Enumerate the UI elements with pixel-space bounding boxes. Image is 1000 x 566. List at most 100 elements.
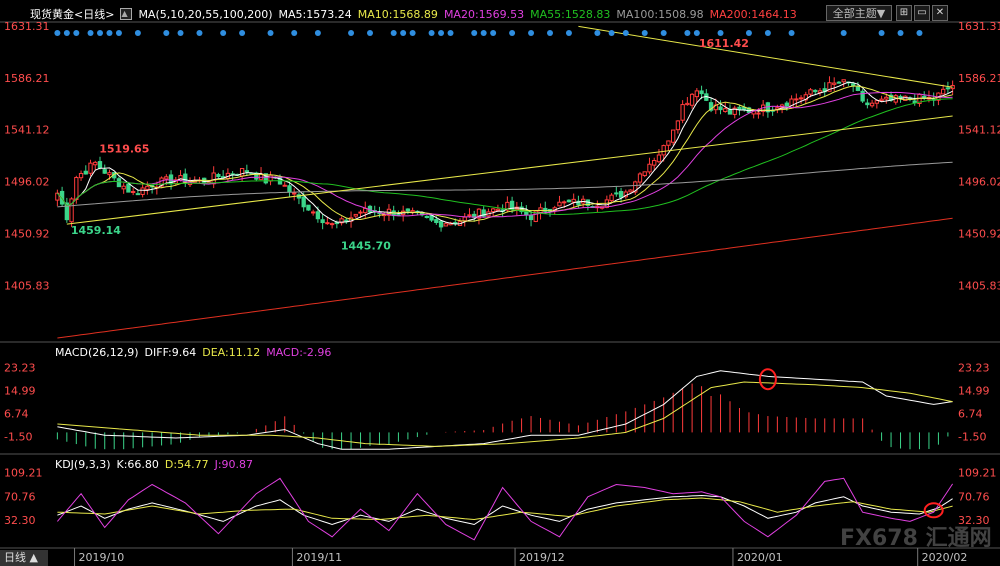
candle-body [841, 79, 846, 83]
candle-body [675, 120, 681, 131]
candle-body [438, 220, 444, 228]
signal-dot [480, 30, 487, 36]
candle-body [287, 185, 292, 193]
candle-body [737, 106, 742, 110]
signal-dot [471, 30, 478, 36]
price-annotation: 1611.42 [699, 37, 749, 50]
signal-dot [565, 30, 572, 36]
candle-body [405, 208, 411, 212]
candle-body [97, 161, 103, 169]
candle-body [851, 83, 856, 86]
candle-body [495, 208, 501, 212]
candle-body [562, 201, 567, 204]
candle-body [813, 89, 818, 93]
candle-body [723, 108, 728, 112]
kdj-label: KDJ(9,3,3) [55, 458, 111, 471]
price-tick-right: 1405.83 [958, 279, 1000, 292]
candle-body [164, 176, 169, 180]
candle-body [131, 191, 136, 194]
price-tick-left: 1405.83 [4, 279, 50, 292]
support-trendline [66, 115, 953, 225]
kdj-tick-left: 32.30 [4, 514, 36, 527]
kdj-panel [57, 477, 954, 541]
candle-body [884, 96, 889, 100]
candle-body [784, 102, 789, 107]
candle-body [74, 177, 79, 201]
candle-body [301, 196, 306, 208]
minimize-icon[interactable]: ▭ [914, 5, 930, 21]
candle-body [671, 129, 676, 143]
price-tick-right: 1631.31 [958, 20, 1000, 33]
macd-legend: MACD(26,12,9) DIFF:9.64 DEA:11.12 MACD:-… [55, 346, 331, 360]
candle-body [334, 222, 339, 225]
signal-dot [291, 30, 298, 36]
candle-body [320, 219, 325, 224]
time-axis-label: 2019/12 [519, 551, 565, 564]
candle-body [311, 211, 316, 214]
signal-dot [528, 30, 535, 36]
signal-dot [717, 30, 724, 36]
signal-dot [409, 30, 416, 36]
candle-body [282, 184, 287, 187]
macd-panel [56, 368, 953, 450]
ma10-line [57, 85, 953, 222]
candle-body [353, 213, 358, 217]
period-tab-daily[interactable]: 日线 ▲ [0, 550, 48, 566]
ma10-value: MA10:1568.89 [357, 7, 438, 21]
macd-tick-left: 23.23 [4, 361, 36, 374]
ma55-value: MA55:1528.83 [530, 7, 611, 21]
signal-dot [916, 30, 923, 36]
candle-body [528, 214, 534, 221]
candle-body [315, 211, 321, 220]
macd-hist-value: MACD:-2.96 [266, 346, 332, 359]
macd-label: MACD(26,12,9) [55, 346, 139, 359]
candle-body [945, 87, 951, 90]
signal-dot [220, 30, 227, 36]
signal-dot [840, 30, 847, 36]
candle-body [358, 211, 363, 214]
grid-icon[interactable]: ⊞ [896, 5, 912, 21]
candle-body [467, 214, 472, 217]
candle-body [661, 145, 666, 156]
macd-dea-value: DEA:11.12 [202, 346, 261, 359]
signal-dot [788, 30, 795, 36]
signal-dot [547, 30, 553, 36]
candle-body [244, 170, 249, 173]
close-icon[interactable]: ✕ [932, 5, 948, 21]
ma-icon[interactable]: ▲ [120, 8, 133, 20]
candle-body [699, 90, 704, 95]
candle-body [794, 98, 799, 101]
signal-dot [447, 30, 454, 36]
candle-body [429, 215, 434, 221]
signal-dot [97, 30, 103, 36]
signal-dot [63, 30, 70, 36]
time-axis-label: 2019/10 [79, 551, 125, 564]
candle-body [140, 187, 145, 195]
kdj-tick-left: 109.21 [4, 467, 43, 480]
candle-body [618, 190, 624, 198]
candle-body [860, 90, 865, 102]
price-tick-right: 1496.02 [958, 176, 1000, 189]
candle-body [145, 185, 150, 190]
signal-dot [641, 30, 648, 36]
signal-dot [693, 30, 700, 36]
ma-label: MA(5,10,20,55,100,200) [138, 7, 273, 21]
signal-dot [54, 30, 61, 36]
candle-body [211, 172, 216, 185]
kdj-d-value: D:54.77 [164, 458, 209, 471]
signal-dot [106, 30, 113, 36]
theme-dropdown[interactable]: 全部主题▼ [826, 5, 892, 21]
candle-body [694, 90, 699, 98]
price-tick-right: 1586.21 [958, 72, 1000, 85]
ma5-value: MA5:1573.24 [278, 7, 352, 21]
candle-body [718, 106, 723, 111]
ma200-line [57, 217, 953, 339]
macd-dea-line [57, 381, 953, 447]
signal-dot [390, 30, 397, 36]
macd-tick-right: 23.23 [958, 361, 990, 374]
price-tick-right: 1450.92 [958, 227, 1000, 240]
signal-dot [400, 30, 407, 36]
candle-body [874, 100, 879, 104]
candle-body [879, 98, 884, 101]
signal-dot [177, 30, 184, 36]
